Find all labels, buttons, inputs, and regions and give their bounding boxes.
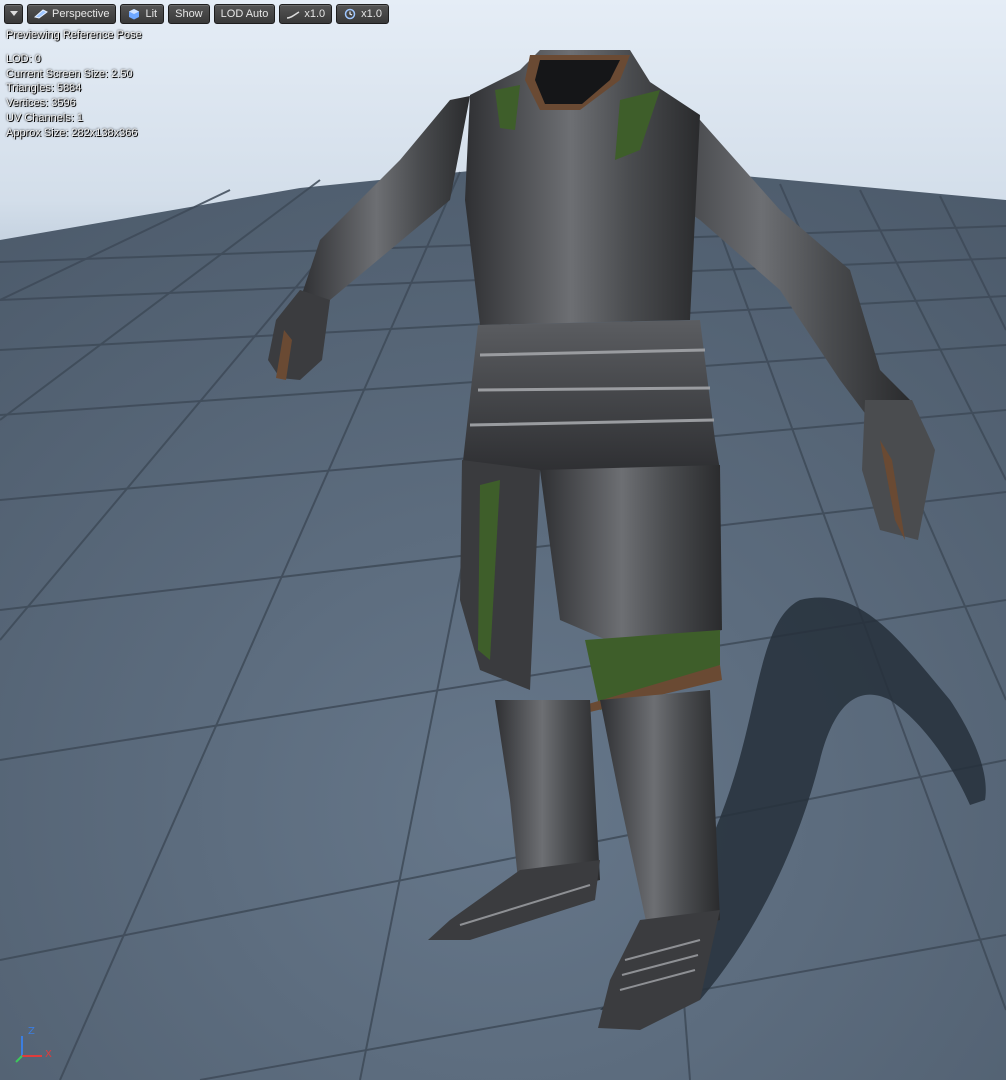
perspective-label: Perspective (52, 8, 110, 20)
perspective-camera-icon (34, 8, 48, 20)
tasset-front (540, 465, 722, 650)
time-scale-label: x1.0 (361, 8, 382, 20)
z-axis-label: Z (28, 1026, 35, 1037)
show-button[interactable]: Show (168, 4, 210, 24)
clock-icon (343, 8, 357, 20)
triangles-stat: Triangles: 5884 (6, 82, 82, 95)
viewport-toolbar: Perspective Lit Show LOD Auto x1.0 x1.0 (4, 4, 389, 24)
viewport-options-button[interactable] (4, 4, 23, 24)
approx-size-stat: Approx Size: 282x138x366 (6, 126, 138, 139)
mesh-stats: LOD: 0 Current Screen Size: 2.50 Triangl… (6, 52, 137, 140)
fauld (462, 320, 720, 470)
lod-label: LOD Auto (220, 8, 269, 20)
playback-speed-button[interactable]: x1.0 (279, 4, 333, 24)
x-axis-label: X (45, 1049, 52, 1060)
vertices-stat: Vertices: 3596 (6, 97, 76, 110)
lod-button[interactable]: LOD Auto (213, 4, 276, 24)
lit-label: Lit (145, 8, 158, 20)
lod-stat: LOD: 0 (6, 53, 41, 65)
show-label: Show (175, 8, 203, 20)
preview-title: Previewing Reference Pose (6, 29, 142, 41)
playback-curve-icon (286, 8, 300, 20)
playback-speed-label: x1.0 (304, 8, 326, 20)
chevron-down-icon (9, 11, 18, 17)
lit-button[interactable]: Lit (120, 4, 165, 24)
axis-gizmo: Z X (12, 1022, 62, 1072)
time-scale-button[interactable]: x1.0 (336, 4, 389, 24)
screen-size-stat: Current Screen Size: 2.50 (6, 67, 133, 80)
uv-channels-stat: UV Channels: 1 (6, 111, 84, 124)
axis-arrows-icon (15, 1036, 42, 1063)
perspective-button[interactable]: Perspective (27, 4, 117, 24)
viewport[interactable]: Perspective Lit Show LOD Auto x1.0 x1.0 (0, 0, 1006, 1080)
lit-cube-icon (127, 8, 141, 20)
scene (0, 50, 1006, 1080)
